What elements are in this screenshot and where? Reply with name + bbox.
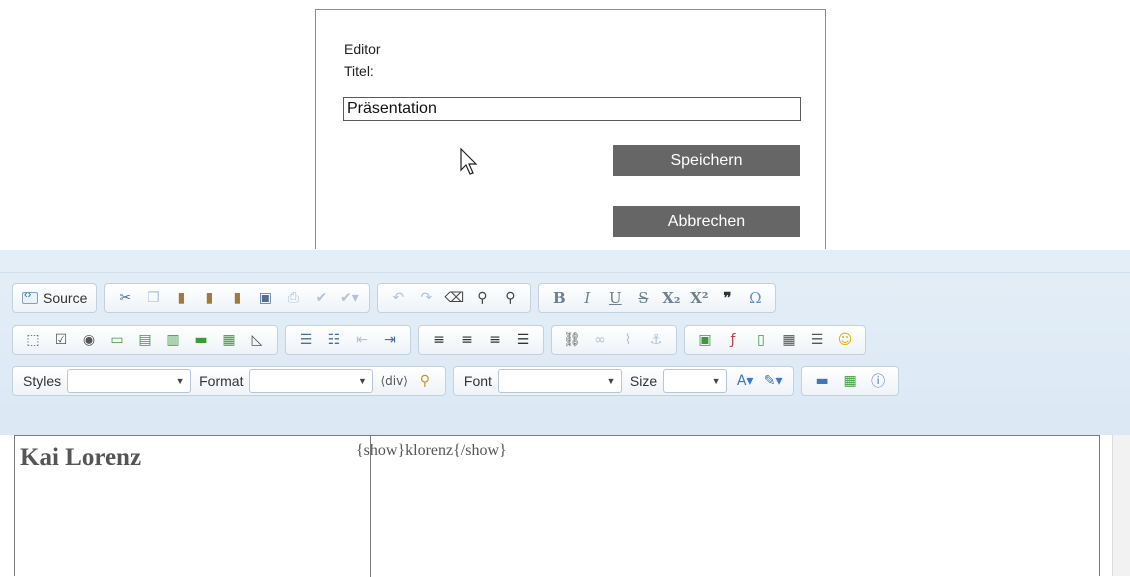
link-chain-icon[interactable]: ∞ [586,328,614,352]
chevron-down-icon: ▼ [358,376,367,386]
font-label: Font [463,373,492,389]
spellcheck-menu-icon[interactable]: ✔▾ [335,286,363,310]
subscript-button[interactable]: X₂ [657,286,685,310]
eraser-icon[interactable]: ⌫ [440,286,468,310]
smiley-icon[interactable]: ☺ [831,328,859,352]
show-blocks-icon[interactable]: ⚲ [411,369,439,393]
checkbox-icon[interactable]: ☑ [47,328,75,352]
paste-word-icon[interactable]: ▮ [223,286,251,310]
toolbar-row-1: Source ✂ ❐ ▮ ▮ ▮ ▣ ⎙ ✔ ✔▾ ↶ ↷ ⌫ ⚲ ⚲ B I … [12,282,783,314]
select-all-icon[interactable]: ▣ [251,286,279,310]
paste-text-icon[interactable]: ▮ [195,286,223,310]
toolbar-top-divider [0,272,1130,273]
replace-icon[interactable]: ⚲ [496,286,524,310]
button-field-icon[interactable]: ▬ [187,328,215,352]
maximize-icon[interactable]: ▬ [808,369,836,393]
title-field-label: Titel: [344,63,374,79]
toolbar-group-styles: Styles ▼ Format ▼ ⟨div⟩ ⚲ [12,366,446,396]
copy-icon[interactable]: ❐ [139,286,167,310]
source-button[interactable]: Source [19,286,90,310]
align-right-icon[interactable]: ≡ [481,328,509,352]
textarea-icon[interactable]: ▤ [131,328,159,352]
toolbar-row-2: ⬚ ☑ ◉ ▭ ▤ ▥ ▬ ▦ ◺ ☰ ☷ ⇤ ⇥ ≡ ≡ ≡ ☰ ⛓ ∞ ⌇ … [12,324,873,356]
image-icon[interactable]: ▣ [691,328,719,352]
select-field-icon[interactable]: ▥ [159,328,187,352]
styles-dropdown[interactable]: ▼ [67,369,192,393]
toolbar-group-source: Source [12,283,98,313]
blockquote-icon[interactable]: ❞ [713,286,741,310]
save-button[interactable]: Speichern [613,145,800,176]
toolbar-group-clipboard: ✂ ❐ ▮ ▮ ▮ ▣ ⎙ ✔ ✔▾ [104,283,371,313]
dialog-title: Editor [344,41,381,57]
editor-content[interactable]: Kai Lorenz {show}klorenz{/show} [0,435,1130,577]
format-label: Format [199,373,244,389]
title-input[interactable] [343,97,801,121]
numbered-list-icon[interactable]: ☰ [292,328,320,352]
styles-label: Styles [23,373,62,389]
background-color-icon[interactable]: ✎▾ [759,369,787,393]
size-label: Size [629,373,658,389]
toolbar-group-tools: ▬ ▦ ⓘ [801,366,900,396]
source-icon [22,289,38,304]
chevron-down-icon: ▼ [606,376,616,386]
size-dropdown[interactable]: ▼ [663,369,728,393]
toolbar-group-format: B I U S X₂ X² ❞ Ω [538,283,777,313]
div-container-icon[interactable]: ⟨div⟩ [377,369,410,393]
document-icon[interactable]: ▯ [747,328,775,352]
special-char-icon[interactable]: Ω [741,286,769,310]
radio-icon[interactable]: ◉ [75,328,103,352]
undo-icon[interactable]: ↶ [384,286,412,310]
template-icon[interactable]: ▦ [836,369,864,393]
redo-icon[interactable]: ↷ [412,286,440,310]
chevron-down-icon: ▼ [711,376,721,386]
table-cell-name[interactable]: Kai Lorenz [20,444,141,472]
table-cell-code[interactable]: {show}klorenz{/show} [356,442,507,460]
align-left-icon[interactable]: ≡ [425,328,453,352]
outdent-icon[interactable]: ⇤ [348,328,376,352]
find-icon[interactable]: ⚲ [468,286,496,310]
source-button-label: Source [43,290,88,306]
table-icon[interactable]: ▦ [775,328,803,352]
about-icon[interactable]: ⓘ [864,369,892,393]
toolbar-group-insert: ▣ ƒ ▯ ▦ ☰ ☺ [684,325,866,355]
strike-button[interactable]: S [629,286,657,310]
title-dialog: Editor Titel: Speichern Abbrechen [315,9,826,249]
bold-button[interactable]: B [545,286,573,310]
unlink-icon[interactable]: ⌇ [614,328,642,352]
print-icon[interactable]: ⎙ [279,286,307,310]
form-icon[interactable]: ⬚ [19,328,47,352]
toolbar-group-forms: ⬚ ☑ ◉ ▭ ▤ ▥ ▬ ▦ ◺ [12,325,278,355]
cancel-button[interactable]: Abbrechen [613,206,800,237]
paste-icon[interactable]: ▮ [167,286,195,310]
toolbar-group-lists: ☰ ☷ ⇤ ⇥ [285,325,411,355]
spellcheck-icon[interactable]: ✔ [307,286,335,310]
flash-icon[interactable]: ƒ [719,328,747,352]
textfield-icon[interactable]: ▭ [103,328,131,352]
justify-icon[interactable]: ☰ [509,328,537,352]
underline-button[interactable]: U [601,286,629,310]
toolbar-group-links: ⛓ ∞ ⌇ ⚓ [551,325,677,355]
toolbar-row-3: Styles ▼ Format ▼ ⟨div⟩ ⚲ Font ▼ Size ▼ … [12,365,906,397]
chevron-down-icon: ▼ [175,376,185,386]
hidden-field-icon[interactable]: ◺ [243,328,271,352]
link-icon[interactable]: ⛓ [558,328,586,352]
cut-icon[interactable]: ✂ [111,286,139,310]
toolbar-group-align: ≡ ≡ ≡ ☰ [418,325,544,355]
toolbar-group-font: Font ▼ Size ▼ A▾ ✎▾ [452,366,795,396]
editor-scrollbar[interactable] [1112,435,1130,576]
text-color-icon[interactable]: A▾ [731,369,759,393]
font-dropdown[interactable]: ▼ [497,369,622,393]
superscript-button[interactable]: X² [685,286,713,310]
mouse-cursor-icon [460,148,478,175]
horizontal-line-icon[interactable]: ☰ [803,328,831,352]
align-center-icon[interactable]: ≡ [453,328,481,352]
toolbar-group-history: ↶ ↷ ⌫ ⚲ ⚲ [377,283,532,313]
format-dropdown[interactable]: ▼ [249,369,374,393]
anchor-icon[interactable]: ⚓ [642,328,670,352]
bulleted-list-icon[interactable]: ☷ [320,328,348,352]
content-table[interactable]: Kai Lorenz {show}klorenz{/show} [14,435,1100,577]
italic-button[interactable]: I [573,286,601,310]
image-button-icon[interactable]: ▦ [215,328,243,352]
indent-icon[interactable]: ⇥ [376,328,404,352]
